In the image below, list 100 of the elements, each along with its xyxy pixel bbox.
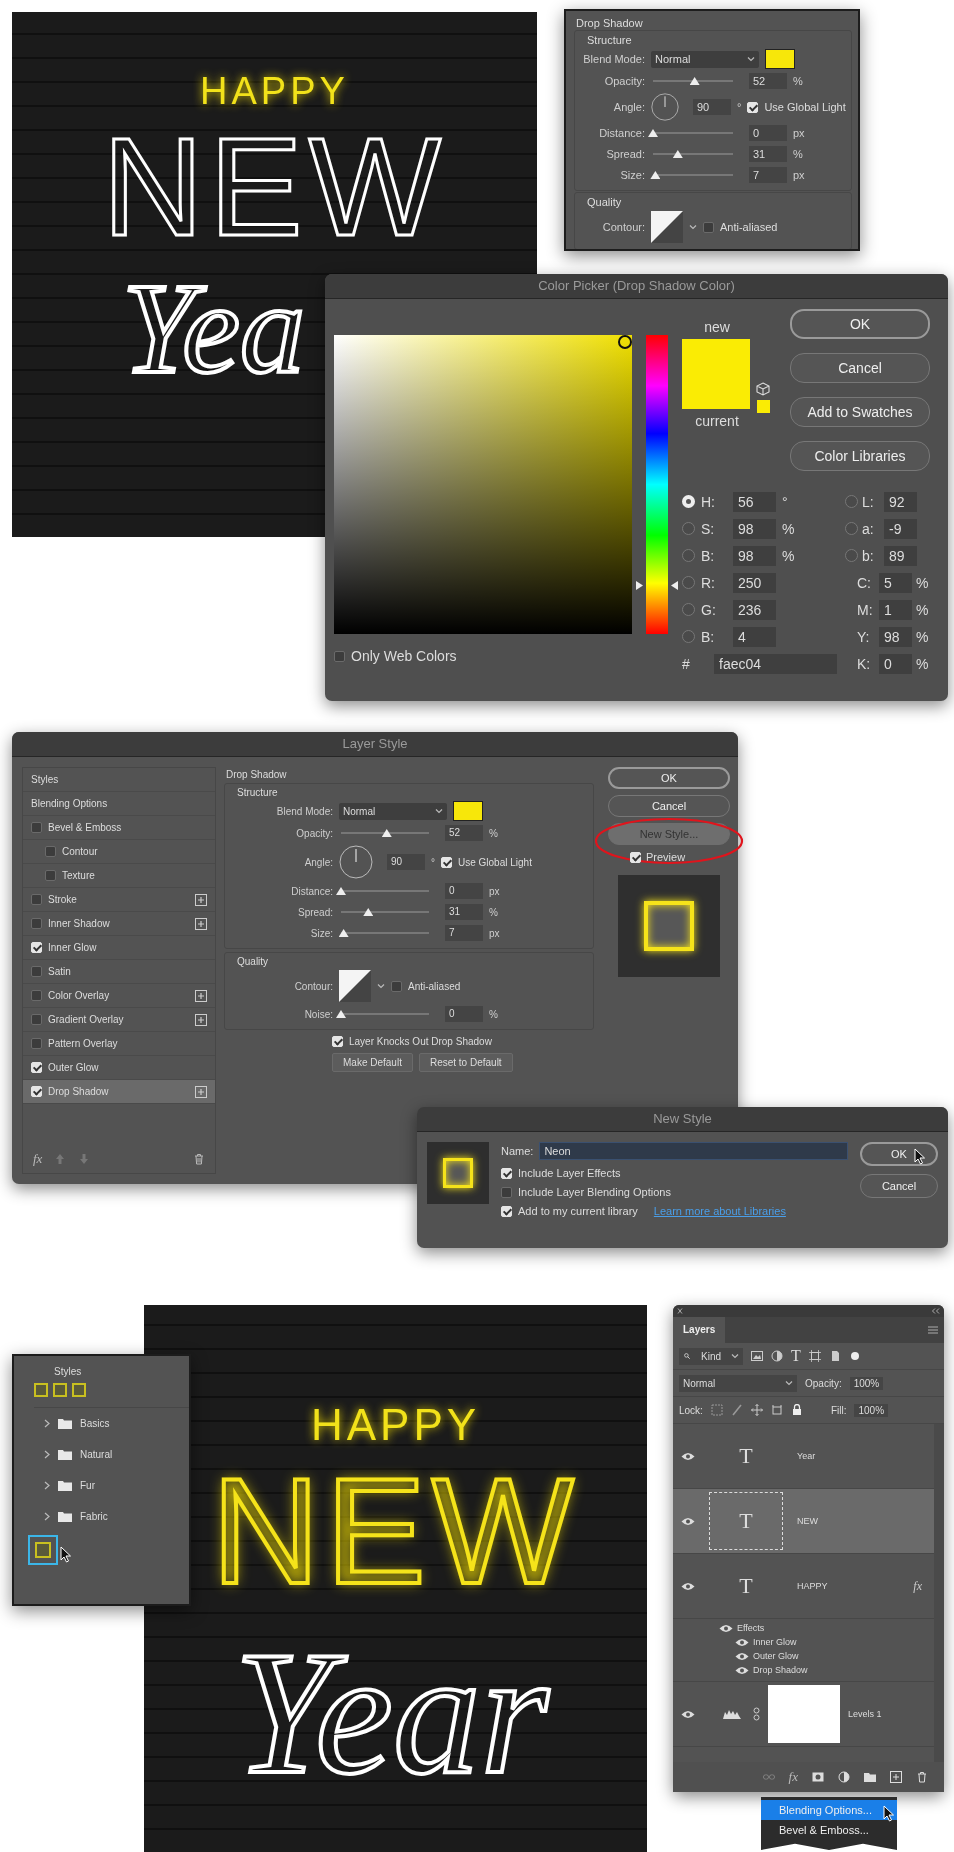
style-list-item[interactable]: Bevel & Emboss	[23, 816, 215, 840]
dialog-button[interactable]: OK	[860, 1142, 938, 1166]
effect-name[interactable]: Outer Glow	[753, 1651, 799, 1661]
value-field[interactable]: 98	[733, 545, 776, 566]
checkbox-label: Anti-aliased	[720, 221, 778, 233]
value-field[interactable]: -9	[884, 518, 917, 539]
value-field[interactable]: 90	[387, 854, 425, 870]
folder-label[interactable]: Fabric	[80, 1511, 108, 1522]
effect-name[interactable]: Effects	[737, 1623, 765, 1633]
field-label: Fill:	[830, 1404, 847, 1416]
style-list-item[interactable]: Pattern Overlay	[23, 1032, 215, 1056]
value-field[interactable]: 0	[445, 1006, 483, 1022]
dialog-button[interactable]: Add to Swatches	[790, 397, 930, 427]
layer-name: HAPPY	[797, 1581, 829, 1591]
menu-item[interactable]: Blending Options...	[761, 1800, 897, 1820]
value-field[interactable]: 31	[445, 904, 483, 920]
item-label: Blending Options	[31, 798, 109, 809]
style-list-item[interactable]: Drop Shadow	[23, 1080, 215, 1104]
field-label: Opacity:	[295, 827, 333, 839]
menu-item[interactable]: Bevel & Emboss...	[761, 1820, 897, 1840]
unit-label: px	[489, 927, 500, 939]
hex-field[interactable]: faec04	[714, 653, 837, 674]
unit-label: %	[916, 574, 930, 591]
style-list-item[interactable]: Inner Glow	[23, 936, 215, 960]
item-label: Outer Glow	[48, 1062, 100, 1073]
value-field[interactable]: 1	[879, 599, 912, 620]
style-list-item[interactable]: Texture	[23, 864, 215, 888]
artwork-text: Yea	[122, 263, 306, 393]
style-list-item[interactable]: Contour	[23, 840, 215, 864]
name-field[interactable]: Neon	[539, 1142, 848, 1160]
effect-name[interactable]: Drop Shadow	[753, 1665, 808, 1675]
item-label: Stroke	[48, 894, 78, 905]
value-field[interactable]: 5	[879, 572, 912, 593]
field-label: Spread:	[296, 906, 333, 918]
artwork-text: NEW	[102, 117, 447, 257]
unit-label: %	[489, 1008, 498, 1020]
value-field[interactable]: 98	[733, 518, 776, 539]
dialog-button[interactable]: Cancel	[790, 353, 930, 383]
group-heading: Structure	[236, 787, 278, 798]
layer-row[interactable]: T NEW	[673, 1489, 934, 1554]
filter-dropdown[interactable]: Kind	[679, 1347, 743, 1365]
checkbox-label: Preview	[646, 851, 686, 863]
dialog-button[interactable]: Color Libraries	[790, 441, 930, 471]
style-list-item[interactable]: Inner Shadow	[23, 912, 215, 936]
dialog-button[interactable]: OK	[790, 309, 930, 339]
value-field[interactable]: 31	[749, 146, 787, 162]
item-label: Drop Shadow	[48, 1086, 110, 1097]
folder-label[interactable]: Basics	[80, 1418, 110, 1429]
dialog-button[interactable]: Cancel	[860, 1174, 938, 1198]
dialog-button[interactable]: OK	[608, 767, 730, 789]
value-field[interactable]: 52	[445, 825, 483, 841]
folder-label[interactable]: Natural	[80, 1449, 113, 1460]
fx-badge[interactable]: fx	[913, 1578, 922, 1594]
blend-mode-dropdown[interactable]: Normal	[679, 1374, 797, 1392]
dialog-button[interactable]: Make Default	[332, 1053, 413, 1072]
field-label: b:	[862, 547, 875, 564]
style-list-item[interactable]: Satin	[23, 960, 215, 984]
folder-label[interactable]: Fur	[80, 1480, 95, 1491]
style-list-item[interactable]: Blending Options	[23, 792, 215, 816]
value-field[interactable]: 0	[879, 653, 912, 674]
item-label: Bevel & Emboss	[48, 822, 123, 833]
value-field[interactable]: 0	[749, 125, 787, 141]
panel-title: Styles	[54, 1366, 82, 1377]
value-field[interactable]: 250	[733, 572, 776, 593]
effect-name[interactable]: Inner Glow	[753, 1637, 797, 1647]
layer-row[interactable]: Levels 1	[673, 1682, 934, 1747]
value-field[interactable]: 4	[733, 626, 776, 647]
value-field[interactable]: 7	[445, 925, 483, 941]
type-filter-icon[interactable]: T	[791, 1347, 801, 1365]
blend-mode-dropdown[interactable]: Normal	[339, 802, 447, 820]
style-list-item[interactable]: Styles	[23, 768, 215, 792]
item-label: Styles	[31, 774, 60, 785]
style-list-item[interactable]: Stroke	[23, 888, 215, 912]
dialog-button[interactable]: Cancel	[608, 795, 730, 817]
value-field[interactable]: 92	[884, 491, 917, 512]
fx-button[interactable]: fx	[788, 1769, 798, 1785]
value-field[interactable]: 7	[749, 167, 787, 183]
value-field[interactable]: 98	[879, 626, 912, 647]
value-field[interactable]: 52	[749, 73, 787, 89]
opacity-field[interactable]: 100%	[849, 1376, 884, 1390]
item-label: Contour	[62, 846, 99, 857]
panel-tab[interactable]: Layers	[673, 1317, 726, 1343]
fx-button[interactable]: fx	[33, 1151, 43, 1167]
field-label: C:	[857, 574, 872, 591]
value-field[interactable]: 56	[733, 491, 776, 512]
value-field[interactable]: 90	[693, 99, 731, 115]
unit-label: °	[737, 101, 742, 113]
dialog-button[interactable]: Reset to Default	[418, 1053, 513, 1072]
fill-field[interactable]: 100%	[854, 1403, 889, 1417]
layer-row[interactable]: T HAPPY fx	[673, 1554, 934, 1619]
style-list-item[interactable]: Color Overlay	[23, 984, 215, 1008]
group-heading: Quality	[236, 956, 269, 967]
window-title: New Style	[417, 1107, 948, 1132]
style-list-item[interactable]: Gradient Overlay	[23, 1008, 215, 1032]
value-field[interactable]: 236	[733, 599, 776, 620]
blend-mode-dropdown[interactable]: Normal	[651, 50, 759, 68]
value-field[interactable]: 0	[445, 883, 483, 899]
filter-label: Kind	[701, 1350, 721, 1362]
unit-label: %	[916, 628, 930, 645]
value-field[interactable]: 89	[884, 545, 917, 566]
